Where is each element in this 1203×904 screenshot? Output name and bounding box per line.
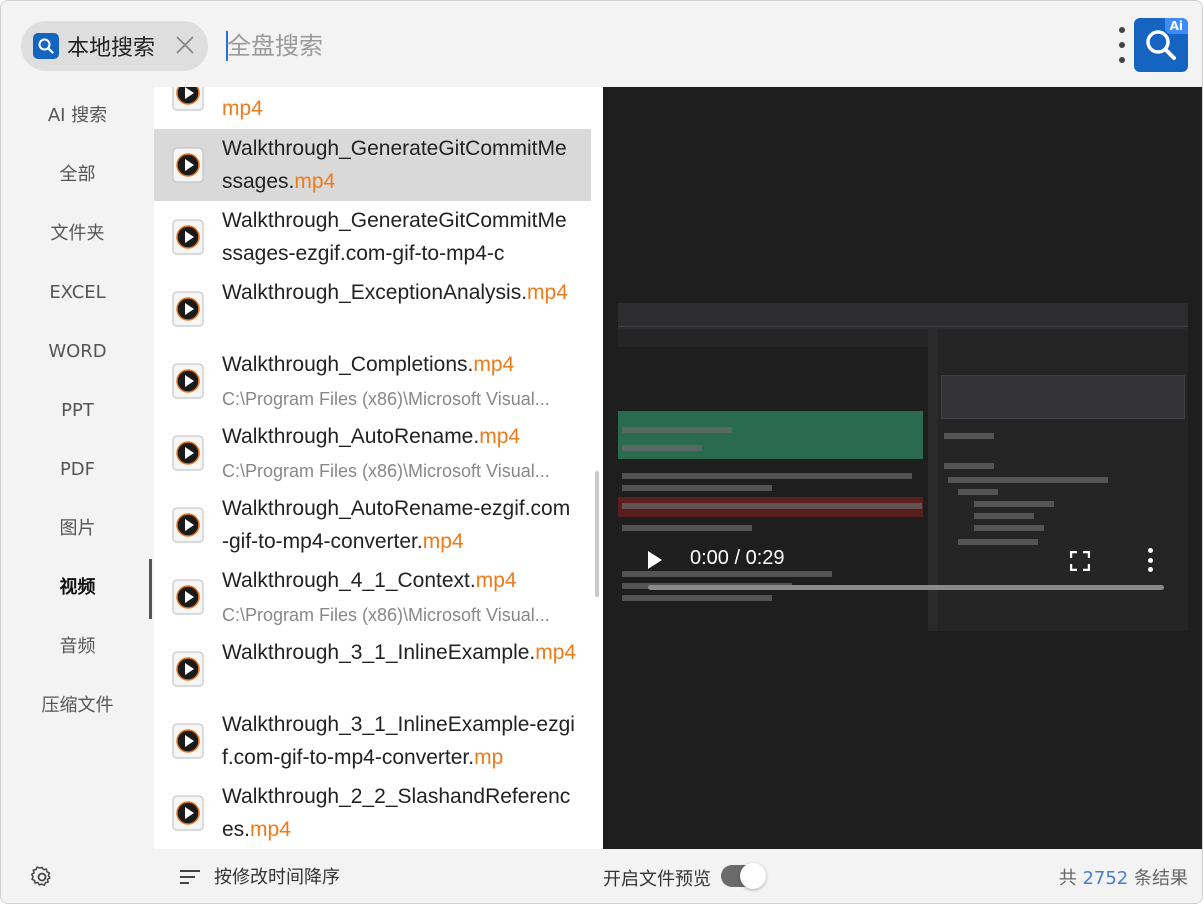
list-item[interactable]: Walkthrough_AutoRename-ezgif.com-gif-to-… bbox=[154, 489, 591, 561]
file-name: Walkthrough_AutoRename-ezgif.com-gif-to-… bbox=[222, 497, 571, 553]
result-list[interactable]: mp4 Walkthrough_GenerateGitCommitMessage… bbox=[154, 87, 603, 849]
file-preview-label: 开启文件预览 bbox=[603, 869, 711, 890]
video-more-icon[interactable] bbox=[1148, 548, 1154, 572]
sidebar-item-ppt[interactable]: PPT bbox=[1, 391, 154, 431]
sort-order-label[interactable]: 按修改时间降序 bbox=[214, 863, 340, 889]
list-item[interactable]: Walkthrough_GenerateGitCommitMessages-ez… bbox=[154, 201, 591, 273]
video-frame-message-box bbox=[941, 375, 1185, 419]
toggle-knob bbox=[740, 863, 766, 889]
video-file-icon bbox=[172, 219, 204, 255]
ai-badge: Ai bbox=[1164, 18, 1188, 34]
file-preview-panel: 0:00 / 0:29 bbox=[603, 87, 1202, 849]
file-path: C:\Program Files (x86)\Microsoft Visual.… bbox=[222, 461, 550, 481]
search-header: 本地搜索 Ai bbox=[1, 1, 1202, 87]
file-name: Walkthrough_AutoRename.mp4 bbox=[222, 425, 521, 448]
sidebar-item-audio[interactable]: 音频 bbox=[1, 627, 154, 667]
file-name: Walkthrough_2_2_SlashandReferences.mp4 bbox=[222, 785, 571, 841]
sidebar-item-all[interactable]: 全部 bbox=[1, 155, 154, 195]
sidebar-item-ai-search[interactable]: AI 搜索 bbox=[1, 96, 154, 136]
gear-icon[interactable] bbox=[30, 866, 53, 888]
video-file-icon bbox=[172, 435, 204, 471]
result-count: 共 2752 条结果 bbox=[1058, 868, 1188, 889]
list-item[interactable]: Walkthrough_Completions.mp4 C:\Program F… bbox=[154, 345, 591, 417]
video-file-icon bbox=[172, 147, 204, 183]
list-item[interactable]: Walkthrough_3_1_InlineExample-ezgif.com-… bbox=[154, 705, 591, 777]
video-file-icon bbox=[172, 723, 204, 759]
list-item[interactable]: Walkthrough_ExceptionAnalysis.mp4 bbox=[154, 273, 591, 345]
play-icon[interactable] bbox=[648, 551, 662, 569]
file-name: Walkthrough_3_1_InlineExample.mp4 bbox=[222, 641, 577, 664]
app-window: 本地搜索 Ai AI 搜索 全部 文件夹 EXCEL WORD PPT PDF … bbox=[0, 0, 1203, 904]
search-scope-label: 本地搜索 bbox=[67, 36, 156, 61]
video-frame-tabbar bbox=[618, 329, 928, 347]
search-input[interactable] bbox=[227, 25, 1087, 67]
file-name: Walkthrough_4_1_Context.mp4 bbox=[222, 569, 517, 592]
file-name: Walkthrough_GenerateGitCommitMessages.mp… bbox=[222, 137, 567, 193]
sidebar-item-video[interactable]: 视频 bbox=[1, 568, 154, 608]
sort-icon[interactable] bbox=[179, 868, 201, 886]
file-name: Walkthrough_3_1_InlineExample-ezgif.com-… bbox=[222, 713, 575, 769]
file-path: C:\Program Files (x86)\Microsoft Visual.… bbox=[222, 389, 550, 409]
sidebar-item-folder[interactable]: 文件夹 bbox=[1, 214, 154, 254]
search-icon bbox=[33, 33, 59, 59]
sidebar-item-pdf[interactable]: PDF bbox=[1, 450, 154, 490]
video-file-icon bbox=[172, 363, 204, 399]
video-frame-toolbar bbox=[618, 303, 1188, 327]
category-sidebar: AI 搜索 全部 文件夹 EXCEL WORD PPT PDF 图片 视频 音频… bbox=[1, 87, 154, 849]
video-file-icon bbox=[172, 507, 204, 543]
file-name: mp4 bbox=[222, 97, 263, 120]
file-name: Walkthrough_Completions.mp4 bbox=[222, 353, 515, 376]
close-icon[interactable] bbox=[174, 34, 196, 56]
video-progress-bar[interactable] bbox=[648, 585, 1164, 590]
list-item[interactable]: Walkthrough_AutoRename.mp4 C:\Program Fi… bbox=[154, 417, 591, 489]
sidebar-item-archive[interactable]: 压缩文件 bbox=[1, 686, 154, 726]
video-player[interactable]: 0:00 / 0:29 bbox=[618, 303, 1188, 631]
video-file-icon bbox=[172, 87, 204, 111]
ai-search-button[interactable]: Ai bbox=[1134, 18, 1188, 72]
more-menu-icon[interactable] bbox=[1115, 27, 1129, 63]
video-file-icon bbox=[172, 291, 204, 327]
fullscreen-icon[interactable] bbox=[1069, 550, 1091, 572]
video-file-icon bbox=[172, 579, 204, 615]
file-name: Walkthrough_GenerateGitCommitMessages-ez… bbox=[222, 209, 567, 265]
active-indicator bbox=[149, 559, 152, 619]
list-item[interactable]: Walkthrough_4_1_Context.mp4 C:\Program F… bbox=[154, 561, 591, 633]
video-time: 0:00 / 0:29 bbox=[690, 547, 785, 569]
list-item[interactable]: Walkthrough_GenerateGitCommitMessages.mp… bbox=[154, 129, 591, 201]
video-frame-added-lines bbox=[618, 411, 923, 459]
video-file-icon bbox=[172, 795, 204, 831]
list-item[interactable]: mp4 bbox=[154, 87, 591, 129]
list-scrollbar[interactable] bbox=[595, 471, 599, 597]
sidebar-item-image[interactable]: 图片 bbox=[1, 509, 154, 549]
list-item[interactable]: Walkthrough_3_1_InlineExample.mp4 bbox=[154, 633, 591, 705]
sidebar-item-excel[interactable]: EXCEL bbox=[1, 273, 154, 313]
file-name: Walkthrough_ExceptionAnalysis.mp4 bbox=[222, 281, 568, 304]
status-bar: 按修改时间降序 开启文件预览 共 2752 条结果 bbox=[1, 849, 1202, 903]
file-preview-toggle[interactable] bbox=[721, 863, 766, 889]
video-file-icon bbox=[172, 651, 204, 687]
search-scope-chip[interactable]: 本地搜索 bbox=[21, 21, 208, 71]
list-item[interactable]: Walkthrough_2_2_SlashandReferences.mp4 bbox=[154, 777, 591, 849]
file-path: C:\Program Files (x86)\Microsoft Visual.… bbox=[222, 605, 550, 625]
sidebar-item-word[interactable]: WORD bbox=[1, 332, 154, 372]
